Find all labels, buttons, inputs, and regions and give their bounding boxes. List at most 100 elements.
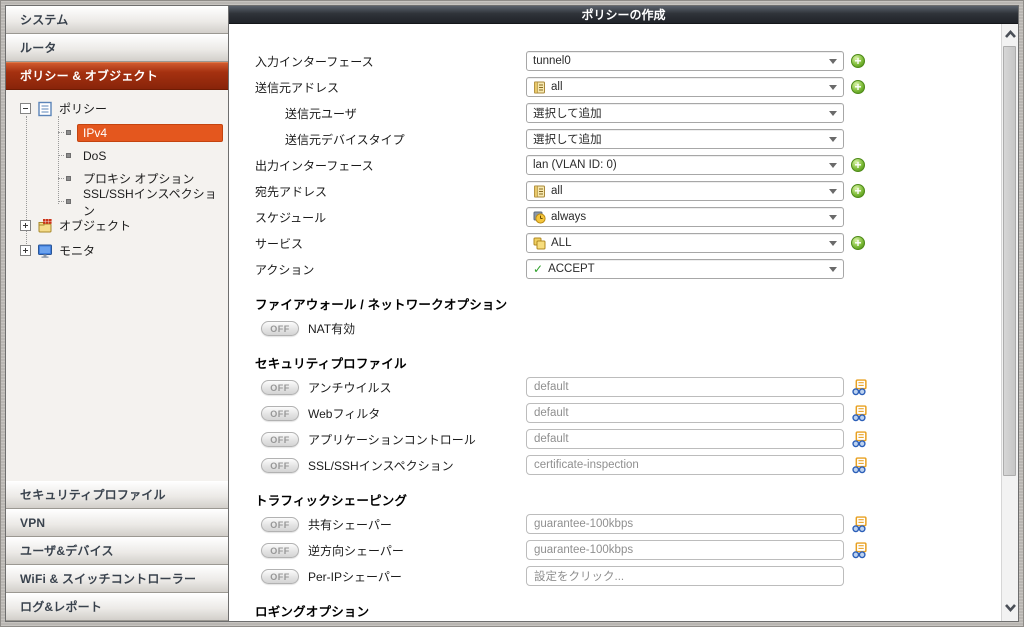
action-select[interactable]: ✓ ACCEPT bbox=[526, 259, 844, 279]
field-label: サービス bbox=[255, 236, 304, 251]
scrollbar[interactable] bbox=[1001, 24, 1018, 621]
appcontrol-label: アプリケーションコントロール bbox=[308, 432, 476, 447]
view-profile-icon[interactable] bbox=[851, 378, 868, 396]
sidebar-item-user-device[interactable]: ユーザ&デバイス bbox=[6, 537, 228, 565]
shared-shaper-label: 共有シェーパー bbox=[308, 517, 392, 532]
tree-bullet-icon bbox=[66, 130, 71, 135]
ssl-inspection-label: SSL/SSHインスペクション bbox=[308, 458, 454, 473]
sidebar-item-router[interactable]: ルータ bbox=[6, 34, 228, 62]
destination-address-select[interactable]: all bbox=[526, 181, 844, 201]
shared-shaper-toggle[interactable]: OFF bbox=[261, 516, 299, 532]
nat-toggle[interactable]: OFF bbox=[261, 320, 299, 336]
view-profile-icon[interactable] bbox=[851, 456, 868, 474]
chevron-down-icon bbox=[829, 110, 837, 116]
add-outgoing-interface-button[interactable] bbox=[851, 158, 865, 172]
ssl-inspection-toggle[interactable]: OFF bbox=[261, 457, 299, 473]
section-title-traffic-shaping: トラフィックシェーピング bbox=[255, 494, 408, 508]
per-ip-shaper-input[interactable] bbox=[526, 566, 844, 586]
collapse-icon[interactable] bbox=[20, 103, 31, 114]
expand-icon[interactable] bbox=[20, 245, 31, 256]
shared-shaper-row: OFF 共有シェーパー bbox=[255, 511, 1001, 537]
form-row: スケジュール always bbox=[255, 204, 1001, 230]
add-destination-address-button[interactable] bbox=[851, 184, 865, 198]
view-shaper-icon[interactable] bbox=[851, 541, 868, 559]
sidebar-item-wifi-switch-controller[interactable]: WiFi & スイッチコントローラー bbox=[6, 565, 228, 593]
source-device-type-select[interactable]: 選択して追加 bbox=[526, 129, 844, 149]
tree-item-monitor-label[interactable]: モニタ bbox=[59, 242, 95, 259]
outgoing-interface-select[interactable]: lan (VLAN ID: 0) bbox=[526, 155, 844, 175]
reverse-shaper-toggle[interactable]: OFF bbox=[261, 542, 299, 558]
monitor-icon bbox=[37, 243, 53, 259]
chevron-down-icon bbox=[829, 266, 837, 272]
webfilter-toggle[interactable]: OFF bbox=[261, 405, 299, 421]
sidebar-item-vpn[interactable]: VPN bbox=[6, 509, 228, 537]
form-row: 送信元デバイスタイプ 選択して追加 bbox=[255, 126, 1001, 152]
appcontrol-profile-input[interactable] bbox=[526, 429, 844, 449]
form-row: 送信元アドレス all bbox=[255, 74, 1001, 100]
per-ip-shaper-label: Per-IPシェーパー bbox=[308, 569, 402, 584]
window-body: システム ルータ ポリシー & オブジェクト ポリシー IPv4 DoS プロキ… bbox=[5, 5, 1019, 622]
reverse-shaper-input[interactable] bbox=[526, 540, 844, 560]
address-book-icon bbox=[533, 185, 546, 198]
section-title-security-profiles: セキュリティプロファイル bbox=[255, 357, 407, 371]
check-icon: ✓ bbox=[533, 262, 544, 276]
scroll-down-icon[interactable] bbox=[1002, 599, 1018, 615]
view-profile-icon[interactable] bbox=[851, 430, 868, 448]
form-row: アクション ✓ ACCEPT bbox=[255, 256, 1001, 282]
view-profile-icon[interactable] bbox=[851, 404, 868, 422]
ssl-inspection-row: OFF SSL/SSHインスペクション bbox=[255, 452, 1001, 478]
form-row: 宛先アドレス all bbox=[255, 178, 1001, 204]
form-row: 出力インターフェース lan (VLAN ID: 0) bbox=[255, 152, 1001, 178]
tree-item-policy-label[interactable]: ポリシー bbox=[59, 100, 107, 117]
antivirus-row: OFF アンチウイルス bbox=[255, 374, 1001, 400]
scroll-up-icon[interactable] bbox=[1002, 27, 1018, 43]
source-address-select[interactable]: all bbox=[526, 77, 844, 97]
chevron-down-icon bbox=[829, 136, 837, 142]
field-label: 出力インターフェース bbox=[255, 158, 374, 173]
add-source-address-button[interactable] bbox=[851, 80, 865, 94]
add-interface-button[interactable] bbox=[851, 54, 865, 68]
sidebar-tree: ポリシー IPv4 DoS プロキシ オプション SSL/SSHインスペクション bbox=[6, 90, 228, 481]
incoming-interface-select[interactable]: tunnel0 bbox=[526, 51, 844, 71]
ssl-inspection-profile-input[interactable] bbox=[526, 455, 844, 475]
expand-icon[interactable] bbox=[20, 220, 31, 231]
webfilter-row: OFF Webフィルタ bbox=[255, 400, 1001, 426]
nat-row: OFF NAT有効 bbox=[255, 315, 1001, 341]
tree-item-dos[interactable]: DoS bbox=[6, 144, 228, 167]
per-ip-shaper-toggle[interactable]: OFF bbox=[261, 568, 299, 584]
sidebar-item-system[interactable]: システム bbox=[6, 6, 228, 34]
section-title-logging-options: ロギングオプション bbox=[255, 605, 370, 619]
antivirus-label: アンチウイルス bbox=[308, 380, 392, 395]
view-shaper-icon[interactable] bbox=[851, 515, 868, 533]
app-window: システム ルータ ポリシー & オブジェクト ポリシー IPv4 DoS プロキ… bbox=[0, 0, 1024, 627]
tree-item-policy: ポリシー bbox=[6, 96, 228, 121]
antivirus-profile-input[interactable] bbox=[526, 377, 844, 397]
scrollbar-thumb[interactable] bbox=[1003, 46, 1016, 476]
add-service-button[interactable] bbox=[851, 236, 865, 250]
reverse-shaper-label: 逆方向シェーパー bbox=[308, 543, 404, 558]
sidebar: システム ルータ ポリシー & オブジェクト ポリシー IPv4 DoS プロキ… bbox=[6, 6, 229, 621]
appcontrol-toggle[interactable]: OFF bbox=[261, 431, 299, 447]
service-select[interactable]: ALL bbox=[526, 233, 844, 253]
page-title: ポリシーの作成 bbox=[229, 6, 1018, 24]
webfilter-profile-input[interactable] bbox=[526, 403, 844, 423]
schedule-clock-icon bbox=[533, 211, 546, 224]
chevron-down-icon bbox=[829, 188, 837, 194]
source-user-select[interactable]: 選択して追加 bbox=[526, 103, 844, 123]
shared-shaper-input[interactable] bbox=[526, 514, 844, 534]
address-book-icon bbox=[533, 81, 546, 94]
tree-item-ipv4[interactable]: IPv4 bbox=[6, 121, 228, 144]
sidebar-item-policy-objects[interactable]: ポリシー & オブジェクト bbox=[6, 62, 228, 90]
chevron-down-icon bbox=[829, 214, 837, 220]
chevron-down-icon bbox=[829, 58, 837, 64]
tree-item-objects: オブジェクト bbox=[6, 213, 228, 238]
sidebar-item-security-profiles[interactable]: セキュリティプロファイル bbox=[6, 481, 228, 509]
schedule-select[interactable]: always bbox=[526, 207, 844, 227]
tree-item-objects-label[interactable]: オブジェクト bbox=[59, 217, 131, 234]
sidebar-item-log-report[interactable]: ログ&レポート bbox=[6, 593, 228, 621]
service-icon bbox=[533, 237, 546, 250]
tree-item-ssl-ssh-inspection[interactable]: SSL/SSHインスペクション bbox=[6, 187, 228, 218]
antivirus-toggle[interactable]: OFF bbox=[261, 379, 299, 395]
field-label: 入力インターフェース bbox=[255, 54, 374, 69]
policy-form: 入力インターフェース tunnel0 送信元アドレス all bbox=[229, 24, 1001, 621]
